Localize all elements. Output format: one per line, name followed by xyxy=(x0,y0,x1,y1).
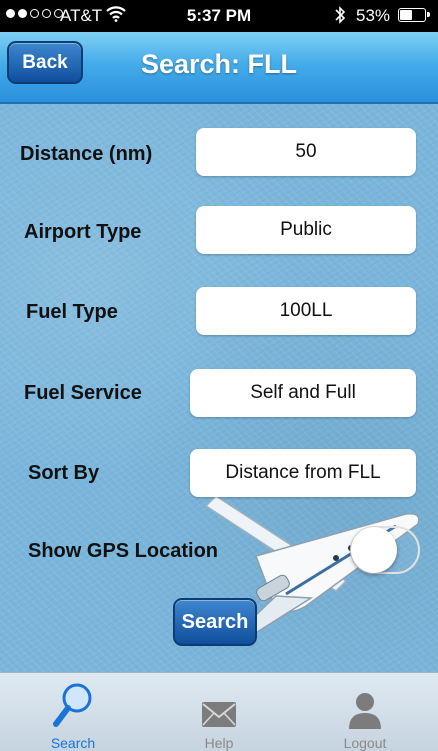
tab-label: Help xyxy=(204,735,234,751)
magnifier-icon xyxy=(51,681,95,729)
tab-logout[interactable]: Logout xyxy=(292,673,438,751)
gps-toggle[interactable] xyxy=(350,526,420,574)
battery-percentage: 53% xyxy=(356,6,391,25)
fuel-service-label: Fuel Service xyxy=(24,382,142,404)
envelope-icon xyxy=(201,681,237,729)
tab-search[interactable]: Search xyxy=(0,673,146,751)
tab-bar: Search Help Logout xyxy=(0,672,438,751)
bluetooth-icon xyxy=(334,5,346,30)
distance-field[interactable]: 50 xyxy=(196,128,416,176)
sort-by-selector[interactable]: Distance from FLL xyxy=(190,449,416,497)
fuel-type-selector[interactable]: 100LL xyxy=(196,287,416,335)
status-bar: AT&T 5:37 PM 53% xyxy=(0,0,438,32)
airport-type-label: Airport Type xyxy=(24,221,142,243)
navigation-bar: Back Search: FLL xyxy=(0,32,438,104)
battery-icon xyxy=(398,8,430,22)
tab-help[interactable]: Help xyxy=(146,673,292,751)
search-button[interactable]: Search xyxy=(173,598,257,646)
page-title: Search: FLL xyxy=(140,49,298,79)
show-gps-label: Show GPS Location xyxy=(28,540,219,562)
person-icon xyxy=(347,681,383,729)
sort-by-label: Sort By xyxy=(28,462,100,484)
tab-label: Search xyxy=(50,735,96,751)
fuel-service-selector[interactable]: Self and Full xyxy=(190,369,416,417)
fuel-type-label: Fuel Type xyxy=(26,301,118,323)
airport-type-selector[interactable]: Public xyxy=(196,206,416,254)
search-form: Distance (nm) 50 Airport Type Public Fue… xyxy=(0,104,438,672)
tab-label: Logout xyxy=(343,735,387,751)
toggle-knob xyxy=(351,527,397,573)
distance-label: Distance (nm) xyxy=(20,143,153,165)
